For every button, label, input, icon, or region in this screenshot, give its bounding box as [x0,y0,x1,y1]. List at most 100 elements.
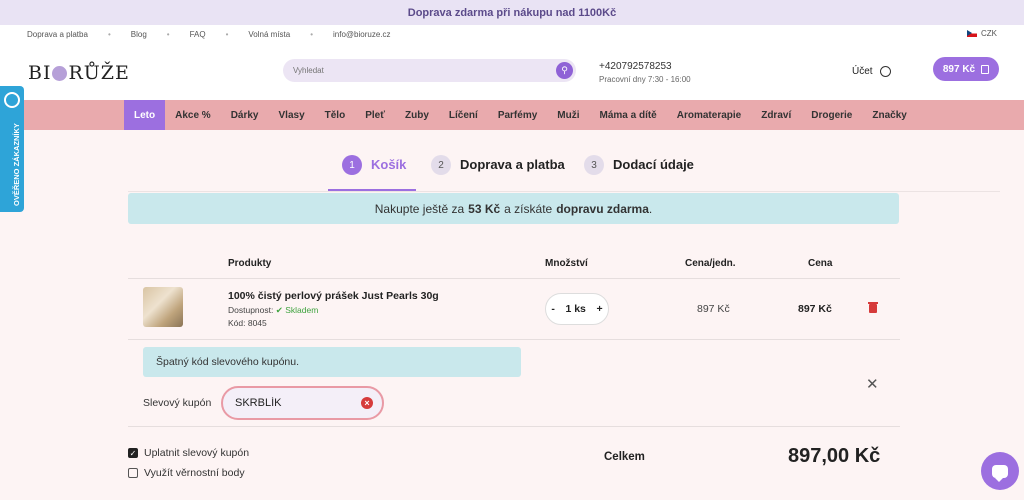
util-link-faq[interactable]: FAQ [190,30,206,39]
opening-hours: Pracovní dny 7:30 - 16:00 [599,75,691,84]
free-shipping-progress: Nakupte ještě za 53 Kč a získáte dopravu… [128,193,899,224]
nav-item-leto[interactable]: Leto [124,100,166,130]
product-image[interactable] [143,287,183,327]
cart-button[interactable]: 897 Kč [933,57,999,81]
nav-item-drogerie[interactable]: Drogerie [801,100,862,130]
unit-price: 897 Kč [697,303,730,315]
verified-badge-icon [4,92,20,108]
step-label: Dodací údaje [613,157,694,172]
coupon-label: Slevový kupón [143,397,212,409]
col-header-price: Cena [808,258,833,269]
line-price: 897 Kč [798,303,832,315]
apply-coupon-checkbox[interactable]: ✓ Uplatnit slevový kupón [128,447,249,459]
nav-item-aromaterapie[interactable]: Aromaterapie [667,100,751,130]
check-icon: ✔ [275,305,283,315]
phone-number[interactable]: +420792578253 [599,61,672,72]
product-name[interactable]: 100% čistý perlový prášek Just Pearls 30… [228,290,439,302]
step-number: 1 [342,155,362,175]
category-nav: Leto Akce % Dárky Vlasy Tělo Pleť Zuby L… [0,100,1024,130]
apply-coupon-label: Uplatnit slevový kupón [144,447,250,459]
account-link[interactable]: Účet [852,66,891,77]
coupon-field: × [221,386,384,420]
verified-badge-text: OVĚŘENO ZÁKAZNÍKY [12,123,21,206]
separator-dot: • [310,29,314,39]
util-link-jobs[interactable]: Volná místa [248,30,290,39]
logo[interactable]: BI RŮŽE [28,62,130,84]
util-link-shipping[interactable]: Doprava a platba [27,30,88,39]
qty-minus-button[interactable]: - [551,303,555,315]
currency-selector[interactable]: CZK [967,29,997,38]
chat-bubble-icon [992,464,1008,482]
nav-item-parfemy[interactable]: Parfémy [488,100,547,130]
nav-item-darky[interactable]: Dárky [221,100,269,130]
availability-label: Dostupnost: [228,305,274,315]
chat-button[interactable] [981,452,1019,490]
step-number: 2 [431,155,451,175]
promo-post: . [648,201,653,216]
divider [128,339,900,340]
promo-bold: dopravu zdarma [556,201,649,216]
col-header-qty: Množství [545,258,588,269]
promo-amount: 53 Kč [468,201,501,216]
free-shipping-text: Doprava zdarma při nákupu nad 1100Kč [407,6,617,19]
header: BIRŮŽE ⚲ +420792578253 Pracovní dny 7:30… [0,43,1024,100]
step-cart[interactable]: 1 Košík [342,155,406,191]
verified-by-customers-badge[interactable]: OVĚŘENO ZÁKAZNÍKY [0,86,24,212]
qty-plus-button[interactable]: + [597,303,603,315]
search-input[interactable] [293,66,533,75]
loyalty-label: Využít věrnostní body [144,467,245,479]
czech-flag-icon [967,30,977,37]
nav-item-mama-a-dite[interactable]: Máma a dítě [590,100,667,130]
nav-item-zuby[interactable]: Zuby [395,100,439,130]
separator-dot: • [225,29,229,39]
divider [128,426,900,427]
loyalty-points-checkbox[interactable]: Využít věrnostní body [128,467,245,479]
checkbox-checked-icon: ✓ [128,448,138,458]
currency-label: CZK [981,29,997,38]
quantity-stepper: - 1 ks + [545,293,609,325]
close-icon[interactable]: ✕ [866,375,879,393]
nav-item-plet[interactable]: Pleť [355,100,395,130]
separator-dot: • [107,29,111,39]
coupon-error-message: Špatný kód slevového kupónu. [143,347,521,377]
nav-item-zdravi[interactable]: Zdraví [751,100,801,130]
promo-pre: Nakupte ještě za [374,201,465,216]
nav-item-telo[interactable]: Tělo [315,100,356,130]
divider [128,278,900,279]
checkbox-empty-icon [128,468,138,478]
total-label: Celkem [604,451,645,463]
promo-mid: a získáte [504,201,553,216]
util-link-blog[interactable]: Blog [131,30,147,39]
divider [128,191,1000,192]
step-delivery[interactable]: 3 Dodací údaje [584,155,694,191]
step-number: 3 [584,155,604,175]
rose-logo-icon [52,65,68,81]
coupon-input[interactable] [235,397,355,409]
step-label: Košík [371,157,407,172]
step-label: Doprava a platba [460,157,565,172]
cart-total: 897 Kč [942,63,976,75]
search-bar: ⚲ [283,59,576,82]
nav-item-vlasy[interactable]: Vlasy [269,100,315,130]
qty-value: 1 ks [565,303,586,315]
nav-item-muzi[interactable]: Muži [547,100,589,130]
total-value: 897,00 Kč [788,445,881,467]
product-code: Kód: 8045 [228,318,267,328]
account-label: Účet [852,66,873,77]
search-icon[interactable]: ⚲ [556,62,573,79]
nav-item-liceni[interactable]: Líčení [439,100,488,130]
step-shipping[interactable]: 2 Doprava a platba [431,155,565,191]
util-link-email[interactable]: info@bioruze.cz [333,30,390,39]
free-shipping-banner: Doprava zdarma při nákupu nad 1100Kč [0,0,1024,25]
col-header-products: Produkty [228,258,272,269]
product-availability: Dostupnost: ✔ Skladem [228,305,318,316]
active-step-underline [328,189,416,191]
trash-icon[interactable] [868,302,878,313]
clear-icon[interactable]: × [361,397,373,409]
availability-value: Skladem [285,305,319,315]
user-face-icon [879,66,891,77]
nav-item-znacky[interactable]: Značky [862,100,916,130]
shopping-bag-icon [981,64,990,74]
nav-item-akce[interactable]: Akce % [165,100,221,130]
separator-dot: • [166,29,170,39]
